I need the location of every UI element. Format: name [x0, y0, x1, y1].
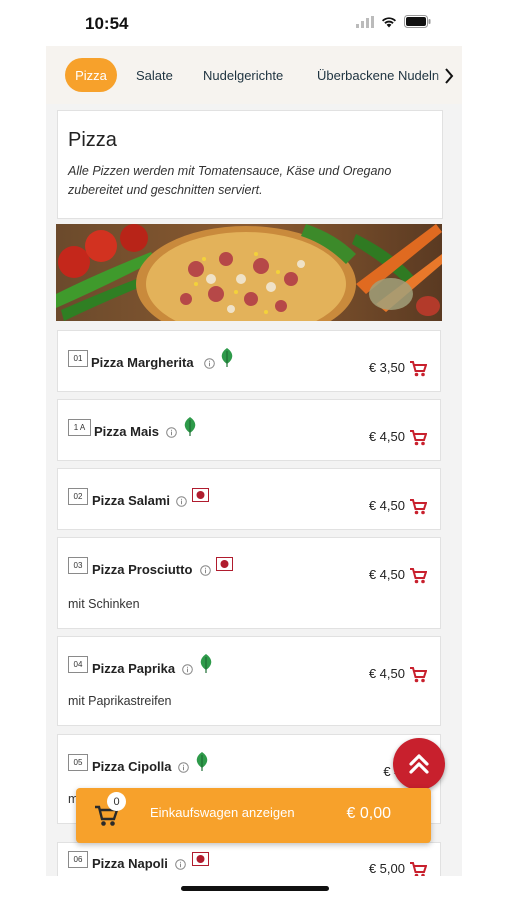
menu-item[interactable]: 02 Pizza Salami € 4,50	[57, 468, 441, 530]
cart-count-badge: 0	[107, 792, 126, 811]
add-to-cart-icon[interactable]	[409, 499, 427, 515]
signal-icon	[356, 15, 374, 28]
item-price: € 3,50	[368, 360, 405, 375]
item-name: Pizza Prosciutto	[92, 562, 193, 577]
item-name: Pizza Paprika	[92, 661, 176, 676]
double-chevron-up-icon	[409, 754, 429, 774]
item-price: € 5,00	[368, 861, 405, 876]
status-icons	[356, 15, 431, 28]
home-indicator	[181, 886, 329, 891]
item-name: Pizza Napoli	[92, 856, 168, 871]
category-tabs: Pizza Salate Nudelgerichte Überbackene N…	[46, 46, 462, 104]
item-price: € 4,50	[368, 498, 405, 513]
menu-item[interactable]: 06 Pizza Napoli € 5,00	[57, 842, 441, 876]
item-number-badge: 03	[68, 557, 88, 574]
meat-icon	[192, 488, 209, 502]
cart-total: € 0,00	[346, 805, 391, 822]
tab-pizza[interactable]: Pizza	[65, 58, 117, 92]
leaf-icon	[184, 417, 196, 436]
menu-item[interactable]: 01 Pizza Margherita € 3,50	[57, 330, 441, 392]
meat-icon	[192, 852, 209, 866]
item-number-badge: 02	[68, 488, 88, 505]
menu-item[interactable]: 04 Pizza Paprika € 4,50 mit Paprikastrei…	[57, 636, 441, 726]
info-icon[interactable]	[200, 565, 211, 576]
add-to-cart-icon[interactable]	[409, 361, 427, 377]
wifi-icon	[382, 16, 396, 27]
cart-label: Einkaufswagen anzeigen	[150, 805, 295, 820]
item-price: € 4,50	[368, 429, 405, 444]
item-description: mit Schinken	[68, 597, 140, 611]
item-price: € 4,50	[368, 567, 405, 582]
add-to-cart-icon[interactable]	[409, 430, 427, 446]
meat-icon	[216, 557, 233, 571]
info-icon[interactable]	[175, 859, 186, 870]
scroll-to-top-button[interactable]	[393, 738, 445, 790]
info-icon[interactable]	[204, 358, 215, 369]
item-name: Pizza Mais	[94, 424, 160, 439]
leaf-icon	[221, 348, 233, 367]
item-number-badge: 01	[68, 350, 88, 367]
add-to-cart-icon[interactable]	[409, 667, 427, 683]
leaf-icon	[200, 654, 212, 673]
category-banner-image	[56, 224, 442, 321]
item-number-badge: 05	[68, 754, 88, 771]
item-description: mit Paprikastreifen	[68, 694, 172, 708]
menu-item[interactable]: 03 Pizza Prosciutto € 4,50 mit Schinken	[57, 537, 441, 629]
info-icon[interactable]	[166, 427, 177, 438]
item-number-badge: 04	[68, 656, 88, 673]
item-name: Pizza Salami	[92, 493, 171, 508]
info-icon[interactable]	[178, 762, 189, 773]
tab-salate[interactable]: Salate	[136, 68, 173, 83]
category-title: Pizza	[68, 129, 117, 151]
add-to-cart-icon[interactable]	[409, 862, 427, 876]
view-cart-button[interactable]: 0 Einkaufswagen anzeigen € 0,00	[76, 788, 431, 843]
tabs-scroll-right-button[interactable]	[438, 62, 460, 90]
item-name: Pizza Cipolla	[92, 759, 172, 774]
tab-nudelgerichte[interactable]: Nudelgerichte	[203, 68, 283, 83]
item-name: Pizza Margherita	[91, 355, 194, 370]
status-time: 10:54	[85, 14, 129, 33]
item-number-badge: 1 A	[68, 419, 91, 436]
menu-item[interactable]: 1 A Pizza Mais € 4,50	[57, 399, 441, 461]
info-icon[interactable]	[176, 496, 187, 507]
info-icon[interactable]	[182, 664, 193, 675]
category-header: Pizza Alle Pizzen werden mit Tomatensauc…	[57, 110, 443, 219]
item-number-badge: 06	[68, 851, 88, 868]
battery-icon	[404, 15, 431, 28]
status-bar: 10:54	[0, 0, 507, 46]
add-to-cart-icon[interactable]	[409, 568, 427, 584]
chevron-right-icon	[445, 68, 454, 84]
category-description: Alle Pizzen werden mit Tomatensauce, Käs…	[68, 164, 392, 197]
item-price: € 4,50	[368, 666, 405, 681]
leaf-icon	[196, 752, 208, 771]
tab-ueberbackene-nudeln[interactable]: Überbackene Nudeln	[317, 68, 439, 83]
